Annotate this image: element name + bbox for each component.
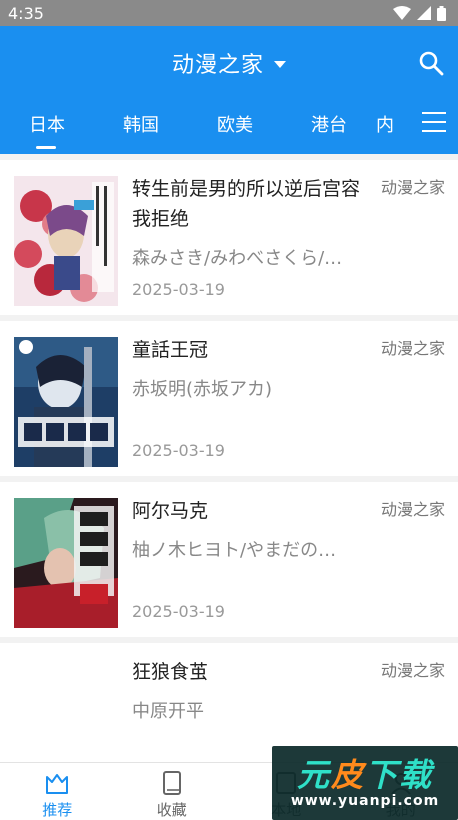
comic-source: 动漫之家 bbox=[380, 178, 445, 197]
comic-date: 2025-03-19 bbox=[132, 280, 225, 299]
watermark-url: www.yuanpi.com bbox=[290, 793, 440, 809]
battery-icon bbox=[437, 5, 446, 21]
comic-date: 2025-03-19 bbox=[132, 441, 225, 460]
comic-source: 动漫之家 bbox=[380, 661, 445, 680]
app-bar: 动漫之家 日本 韩国 欧美 港台 内 bbox=[0, 26, 458, 154]
status-icons bbox=[393, 5, 446, 21]
tab-japan[interactable]: 日本 bbox=[0, 104, 94, 150]
tab-korea[interactable]: 韩国 bbox=[94, 104, 188, 150]
app-title[interactable]: 动漫之家 bbox=[172, 47, 264, 79]
status-time: 4:35 bbox=[8, 3, 44, 23]
list-item[interactable]: 转生前是男的所以逆后宫容我拒绝 动漫之家 森みさき/みわべさくら/… 2025-… bbox=[0, 160, 458, 315]
source-selector[interactable]: 动漫之家 bbox=[0, 26, 458, 100]
nav-label: 推荐 bbox=[42, 801, 73, 819]
crown-icon bbox=[46, 774, 69, 794]
comic-title: 阿尔马克 bbox=[132, 500, 209, 522]
comic-title: 转生前是男的所以逆后宫容我拒绝 bbox=[132, 178, 361, 230]
status-bar: 4:35 bbox=[0, 0, 458, 26]
list-item[interactable]: 童話王冠 动漫之家 赤坂明(赤坂アカ) 2025-03-19 bbox=[0, 321, 458, 476]
nav-label: 收藏 bbox=[156, 801, 187, 819]
nav-favorites[interactable]: 收藏 bbox=[115, 763, 230, 820]
tab-mainland[interactable]: 内 bbox=[376, 104, 406, 150]
search-icon[interactable] bbox=[418, 50, 444, 76]
category-tabs: 日本 韩国 欧美 港台 内 bbox=[0, 104, 458, 150]
watermark-logo: 元皮下载 www.yuanpi.com bbox=[272, 746, 458, 820]
nav-recommend[interactable]: 推荐 bbox=[0, 763, 115, 820]
comic-title: 童話王冠 bbox=[132, 339, 209, 361]
wifi-icon bbox=[393, 6, 411, 20]
comic-date: 2025-03-19 bbox=[132, 602, 225, 621]
book-icon bbox=[162, 771, 181, 795]
comic-source: 动漫之家 bbox=[380, 339, 445, 358]
comic-author: 中原开平 bbox=[132, 701, 204, 722]
chevron-down-icon[interactable] bbox=[274, 60, 286, 68]
comic-author: 赤坂明(赤坂アカ) bbox=[132, 379, 273, 400]
comic-cover[interactable] bbox=[14, 498, 118, 628]
comic-author: 柚ノ木ヒヨト/やまだの… bbox=[132, 540, 337, 561]
comic-author: 森みさき/みわべさくら/… bbox=[132, 248, 343, 269]
comic-title: 狂狼食茧 bbox=[132, 661, 209, 683]
watermark-text: 元皮下载 bbox=[296, 756, 434, 794]
list-item[interactable]: 阿尔马克 动漫之家 柚ノ木ヒヨト/やまだの… 2025-03-19 bbox=[0, 482, 458, 637]
tab-europe-america[interactable]: 欧美 bbox=[188, 104, 282, 150]
comic-source: 动漫之家 bbox=[380, 500, 445, 519]
comic-cover[interactable] bbox=[14, 337, 118, 467]
menu-icon[interactable] bbox=[422, 112, 446, 134]
tab-hongkong-taiwan[interactable]: 港台 bbox=[282, 104, 376, 150]
signal-icon bbox=[417, 6, 431, 20]
comic-cover[interactable] bbox=[14, 176, 118, 306]
list-item[interactable]: 狂狼食茧 动漫之家 中原开平 bbox=[0, 643, 458, 763]
